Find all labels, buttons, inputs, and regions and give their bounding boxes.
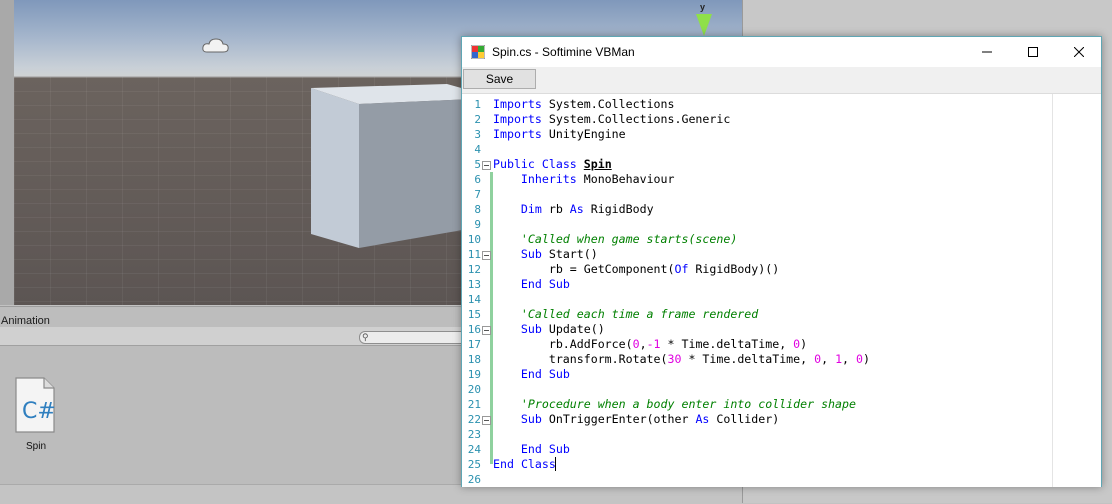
code-line[interactable]: Imports System.Collections.Generic — [493, 112, 730, 127]
line-number: 15 — [467, 308, 481, 321]
line-number: 10 — [467, 233, 481, 246]
line-number: 23 — [467, 428, 481, 441]
project-status-bar — [0, 484, 742, 504]
line-number: 13 — [467, 278, 481, 291]
fold-toggle-icon[interactable] — [482, 326, 491, 335]
code-line[interactable]: Dim rb As RigidBody — [493, 202, 654, 217]
code-line[interactable]: Sub Update() — [493, 322, 605, 337]
line-number: 6 — [474, 173, 481, 186]
fold-toggle-icon[interactable] — [482, 161, 491, 170]
unity-left-panel — [0, 0, 15, 305]
close-button[interactable] — [1056, 37, 1102, 67]
line-number: 24 — [467, 443, 481, 456]
code-line[interactable]: 'Called each time a frame rendered — [493, 307, 758, 322]
window-title: Spin.cs - Softimine VBMan — [492, 45, 635, 59]
line-number: 20 — [467, 383, 481, 396]
code-line[interactable]: Imports UnityEngine — [493, 127, 626, 142]
line-number: 16 — [467, 323, 481, 336]
code-line[interactable]: Sub Start() — [493, 247, 598, 262]
line-number: 14 — [467, 293, 481, 306]
code-editor[interactable]: 1 Imports System.Collections 2 Imports Syst… — [462, 93, 1101, 487]
axis-gizmo-icon[interactable]: y — [684, 0, 724, 40]
code-line[interactable]: End Sub — [493, 367, 570, 382]
code-line[interactable]: End Sub — [493, 277, 570, 292]
line-number: 17 — [467, 338, 481, 351]
line-number: 21 — [467, 398, 481, 411]
line-number: 12 — [467, 263, 481, 276]
cloud-icon — [202, 38, 229, 53]
line-number: 18 — [467, 353, 481, 366]
csharp-file-icon: C# — [15, 377, 56, 433]
save-button[interactable]: Save — [463, 69, 536, 89]
code-line[interactable]: Imports System.Collections — [493, 97, 675, 112]
line-number: 4 — [474, 143, 481, 156]
line-number: 2 — [474, 113, 481, 126]
fold-toggle-icon[interactable] — [482, 251, 491, 260]
fold-toggle-icon[interactable] — [482, 416, 491, 425]
line-number: 3 — [474, 128, 481, 141]
code-line[interactable]: 'Procedure when a body enter into collid… — [493, 397, 856, 412]
search-icon: ⚲ — [362, 332, 369, 342]
code-line[interactable]: End Class — [493, 457, 556, 472]
asset-spin[interactable]: C# Spin — [14, 376, 60, 456]
maximize-icon — [1028, 47, 1038, 57]
close-icon — [1074, 47, 1084, 57]
project-search-input[interactable] — [359, 331, 471, 344]
maximize-button[interactable] — [1010, 37, 1056, 67]
line-number: 7 — [474, 188, 481, 201]
line-number: 8 — [474, 203, 481, 216]
minimize-button[interactable] — [964, 37, 1010, 67]
line-number: 26 — [467, 473, 481, 486]
vbman-app-icon — [471, 45, 485, 59]
editor-window: Spin.cs - Softimine VBMan Save 1 Imports … — [461, 36, 1102, 487]
line-number: 25 — [467, 458, 481, 471]
gizmo-y-label: y — [700, 2, 705, 12]
code-line[interactable]: End Sub — [493, 442, 570, 457]
code-line[interactable]: Inherits MonoBehaviour — [493, 172, 675, 187]
line-number: 9 — [474, 218, 481, 231]
line-number: 1 — [474, 98, 481, 111]
code-line[interactable]: Sub OnTriggerEnter(other As Collider) — [493, 412, 779, 427]
line-number: 19 — [467, 368, 481, 381]
editor-toolbar: Save — [462, 67, 1101, 93]
line-number: 5 — [474, 158, 481, 171]
code-line[interactable]: rb.AddForce(0,-1 * Time.deltaTime, 0) — [493, 337, 807, 352]
code-line[interactable]: Public Class Spin — [493, 157, 612, 172]
line-number: 22 — [467, 413, 481, 426]
editor-right-edge — [1052, 94, 1053, 487]
code-line[interactable]: 'Called when game starts(scene) — [493, 232, 737, 247]
minimize-icon — [982, 51, 992, 53]
code-line[interactable]: rb = GetComponent(Of RigidBody)() — [493, 262, 779, 277]
text-caret — [555, 457, 556, 471]
asset-name: Spin — [25, 441, 46, 452]
line-number: 11 — [467, 248, 481, 261]
title-bar[interactable]: Spin.cs - Softimine VBMan — [462, 37, 1101, 67]
code-line[interactable]: transform.Rotate(30 * Time.deltaTime, 0,… — [493, 352, 870, 367]
svg-text:C#: C# — [22, 399, 56, 424]
animation-tab[interactable]: Animation — [1, 315, 50, 327]
